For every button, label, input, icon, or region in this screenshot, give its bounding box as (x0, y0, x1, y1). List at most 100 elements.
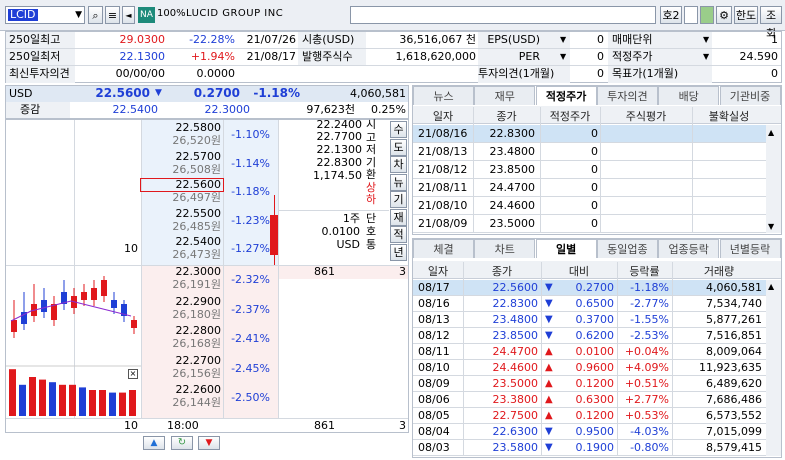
bid-pct: -2.50% (231, 391, 270, 404)
tab-5[interactable]: 년별등락 (719, 239, 781, 258)
daily-volume: 4,060,581 (706, 281, 762, 294)
side-button[interactable]: 도 (390, 138, 407, 156)
volume-bar (39, 379, 46, 416)
search-icon[interactable]: ⌕ (88, 6, 103, 24)
summary-value: 1 (771, 33, 778, 46)
diff-value-1: 22.5400 (112, 103, 159, 116)
chevron-down-icon[interactable]: ▼ (703, 49, 709, 64)
fair-date[interactable]: 21/08/12 (418, 162, 467, 177)
tab-4[interactable]: 배당 (658, 86, 720, 105)
daily-volume: 7,686,486 (706, 393, 762, 406)
fair-date[interactable]: 21/08/10 (418, 198, 467, 213)
daily-pct: -0.80% (630, 441, 669, 454)
scroll-up-icon[interactable]: ▲ (768, 282, 774, 291)
info-close: 22.8300 (316, 156, 363, 169)
daily-date[interactable]: 08/10 (418, 360, 450, 375)
summary-pct: 0.0000 (196, 67, 236, 80)
ask-price[interactable]: 22.5600 (143, 178, 222, 191)
side-button[interactable]: 수 (390, 121, 407, 138)
daily-pct: -2.77% (630, 297, 669, 310)
daily-date[interactable]: 08/04 (418, 424, 450, 439)
slot-button[interactable]: 호2 (660, 6, 682, 24)
daily-volume: 8,579,415 (706, 441, 762, 454)
limit-button[interactable]: 한도 (734, 6, 758, 24)
daily-date[interactable]: 08/03 (418, 440, 450, 455)
tab-1[interactable]: 차트 (474, 239, 536, 258)
fair-date[interactable]: 21/08/13 (418, 144, 467, 159)
tab-3[interactable]: 투자의견 (596, 86, 658, 105)
summary-value: 29.0300 (119, 33, 166, 46)
volume-bar (69, 384, 76, 416)
daily-date[interactable]: 08/05 (418, 408, 450, 423)
ask-price[interactable]: 22.5500 (143, 207, 222, 220)
daily-date[interactable]: 08/06 (418, 392, 450, 407)
close-icon[interactable]: × (128, 369, 138, 379)
chevron-down-icon[interactable]: ▼ (560, 32, 566, 47)
bid-won: 26,144원 (172, 396, 221, 409)
ask-won: 26,520원 (172, 134, 221, 147)
query-button[interactable]: 조회 (760, 6, 782, 40)
tab-3[interactable]: 동일업종 (596, 239, 658, 258)
daily-date[interactable]: 08/11 (418, 344, 450, 359)
tab-0[interactable]: 뉴스 (413, 86, 474, 105)
side-button[interactable]: 차 (390, 156, 407, 173)
daily-date[interactable]: 08/16 (418, 296, 450, 311)
ask-price[interactable]: 22.5700 (143, 150, 222, 163)
info-open: 22.1300 (316, 143, 363, 156)
code-input[interactable]: LCID ▼ (5, 6, 85, 24)
side-button[interactable]: 년 (390, 243, 407, 261)
ask-price[interactable]: 22.5400 (143, 235, 222, 248)
fair-date[interactable]: 21/08/16 (418, 126, 467, 141)
bid-price[interactable]: 22.2700 (143, 354, 222, 367)
daily-date[interactable]: 08/17 (418, 280, 450, 295)
tab-0[interactable]: 체결 (413, 239, 474, 258)
header-cell: 불확실성 (708, 110, 750, 123)
gear-icon[interactable]: ⚙ (716, 6, 732, 24)
scroll-up-button[interactable]: ▲ (143, 436, 165, 450)
tab-1[interactable]: 재무 (474, 86, 536, 105)
side-button[interactable]: 재 (390, 208, 407, 226)
side-button[interactable]: 적 (390, 226, 407, 243)
summary-value: 36,516,067 천 (399, 33, 476, 46)
row-divider (413, 142, 766, 143)
ask-pct: -1.23% (231, 213, 270, 227)
chevron-down-icon[interactable]: ▼ (560, 49, 566, 64)
refresh-icon[interactable]: ↻ (171, 436, 193, 450)
chevron-down-icon[interactable]: ▼ (75, 7, 82, 23)
doc-icon[interactable] (684, 6, 698, 24)
tab-2[interactable]: 적정주가 (535, 86, 597, 105)
bid-price[interactable]: 22.2900 (143, 295, 222, 308)
tab-4[interactable]: 업종등락 (658, 239, 720, 258)
daily-close: 24.4700 (492, 345, 539, 358)
scrollbar[interactable] (766, 280, 781, 456)
speaker-icon[interactable]: ◄ (122, 6, 135, 24)
side-button[interactable]: 기 (390, 191, 407, 208)
col-divider (672, 262, 673, 456)
scroll-down-button[interactable]: ▼ (198, 436, 220, 450)
ask-price[interactable]: 22.5800 (143, 121, 222, 134)
daily-date[interactable]: 08/13 (418, 312, 450, 327)
chevron-down-icon[interactable]: ▼ (703, 32, 709, 47)
bid-price[interactable]: 22.2600 (143, 383, 222, 396)
down-arrow-icon: ▼ (545, 282, 553, 293)
fair-date[interactable]: 21/08/11 (418, 180, 467, 195)
daily-change: 0.1900 (575, 441, 615, 454)
down-arrow-icon: ▼ (155, 88, 162, 98)
daily-close: 23.8500 (492, 329, 539, 342)
bid-price[interactable]: 22.2800 (143, 324, 222, 337)
list-icon[interactable]: ≡ (105, 6, 120, 24)
up-arrow-icon: ▲ (545, 394, 553, 405)
scroll-down-icon[interactable]: ▼ (768, 222, 774, 231)
grid-icon[interactable] (700, 6, 714, 24)
scrollbar[interactable] (766, 125, 781, 233)
tab-2[interactable]: 일별 (535, 239, 597, 258)
scroll-up-icon[interactable]: ▲ (768, 128, 774, 137)
fair-date[interactable]: 21/08/09 (418, 216, 467, 231)
tab-5[interactable]: 기관비중 (719, 86, 781, 105)
daily-date[interactable]: 08/09 (418, 376, 450, 391)
volume-bar (89, 390, 96, 416)
side-button[interactable]: 뉴 (390, 173, 407, 191)
bid-price[interactable]: 22.3000 (143, 265, 222, 278)
up-arrow-icon: ▲ (545, 378, 553, 389)
daily-date[interactable]: 08/12 (418, 328, 450, 343)
